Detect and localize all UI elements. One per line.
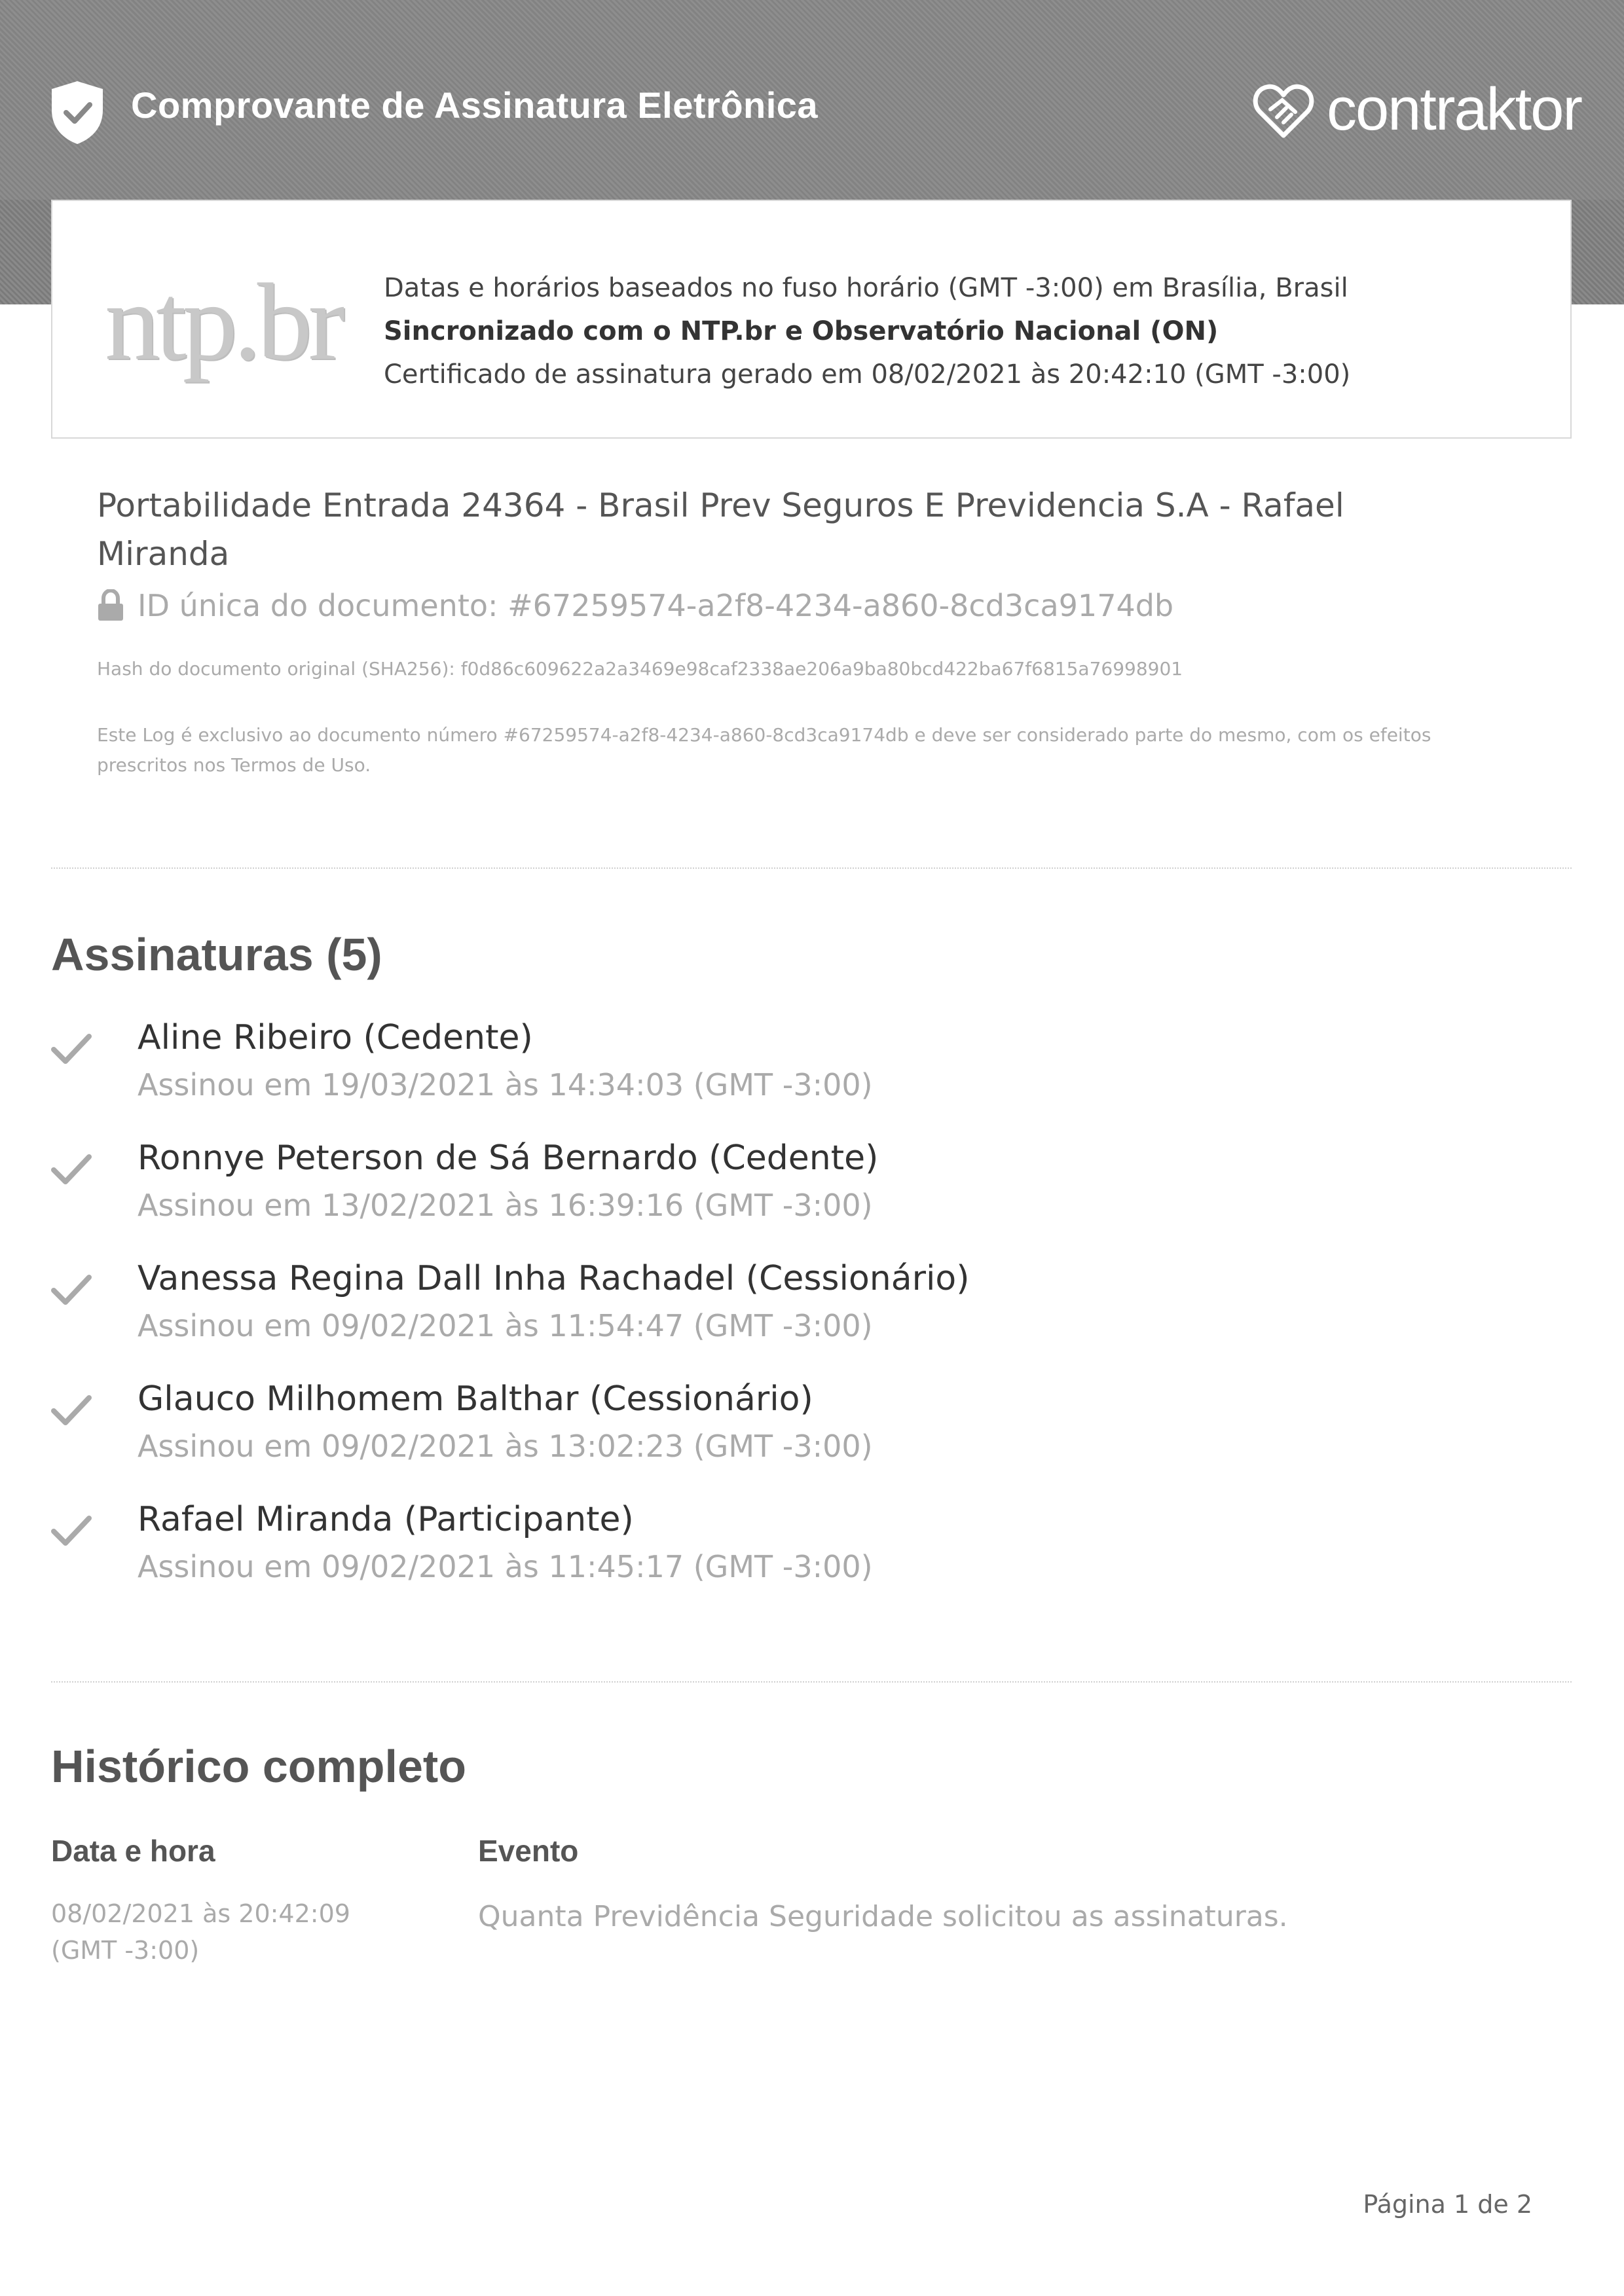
signer-name: Glauco Milhomem Balthar (Cessionário) (138, 1379, 813, 1419)
signature-list: Aline Ribeiro (Cedente) Assinou em 19/03… (51, 1018, 1572, 1620)
signer-name: Rafael Miranda (Participante) (138, 1500, 634, 1539)
sync-line: Sincronizado com o NTP.br e Observatório… (384, 316, 1219, 346)
checkmark-icon (51, 1395, 92, 1425)
handshake-heart-icon (1253, 84, 1314, 137)
document-title: Portabilidade Entrada 24364 - Brasil Pre… (97, 486, 1344, 573)
timezone-line: Datas e horários baseados no fuso horári… (384, 273, 1348, 303)
page-number: Página 1 de 2 (1363, 2190, 1532, 2219)
signature-item: Rafael Miranda (Participante) Assinou em… (51, 1500, 1572, 1620)
history-title: Histórico completo (51, 1741, 466, 1792)
brand-name: contraktor (1326, 76, 1583, 143)
signed-at: Assinou em 13/02/2021 às 16:39:16 (GMT -… (138, 1188, 873, 1223)
brand-logo: contraktor (1252, 75, 1583, 144)
history-col-event: Evento (478, 1834, 579, 1868)
signed-at: Assinou em 19/03/2021 às 14:34:03 (GMT -… (138, 1067, 873, 1102)
lock-icon (98, 589, 123, 621)
shield-check-icon (52, 81, 103, 144)
page-title: Comprovante de Assinatura Eletrônica (131, 84, 819, 126)
checkmark-icon (51, 1516, 92, 1546)
signer-name: Ronnye Peterson de Sá Bernardo (Cedente) (138, 1139, 879, 1178)
document-id: ID única do documento: #67259574-a2f8-42… (97, 588, 1173, 623)
checkmark-icon (51, 1034, 92, 1064)
signed-at: Assinou em 09/02/2021 às 11:54:47 (GMT -… (138, 1308, 873, 1343)
signer-name: Vanessa Regina Dall Inha Rachadel (Cessi… (138, 1259, 970, 1298)
signer-name: Aline Ribeiro (Cedente) (138, 1018, 533, 1057)
signed-at: Assinou em 09/02/2021 às 11:45:17 (GMT -… (138, 1549, 873, 1584)
document-id-text: ID única do documento: #67259574-a2f8-42… (138, 588, 1174, 623)
timezone-card: ntp.br Datas e horários baseados no fuso… (51, 200, 1572, 439)
timezone-info: Datas e horários baseados no fuso horári… (384, 266, 1350, 396)
history-col-date: Data e hora (51, 1834, 215, 1868)
checkmark-icon (51, 1275, 92, 1305)
ntp-logo: ntp.br (105, 261, 345, 383)
divider (51, 867, 1572, 869)
history-row-date: 08/02/2021 às 20:42:09 (GMT -3:00) (51, 1899, 350, 1965)
checkmark-icon (51, 1154, 92, 1184)
signature-item: Glauco Milhomem Balthar (Cessionário) As… (51, 1379, 1572, 1500)
signed-at: Assinou em 09/02/2021 às 13:02:23 (GMT -… (138, 1429, 873, 1464)
certificate-line: Certificado de assinatura gerado em 08/0… (384, 359, 1351, 390)
divider (51, 1681, 1572, 1683)
signature-item: Aline Ribeiro (Cedente) Assinou em 19/03… (51, 1018, 1572, 1139)
document-hash: Hash do documento original (SHA256): f0d… (97, 658, 1183, 680)
log-note: Este Log é exclusivo ao documento número… (97, 724, 1431, 776)
signatures-title: Assinaturas (5) (51, 929, 382, 980)
history-row-event: Quanta Previdência Seguridade solicitou … (478, 1900, 1288, 1933)
signature-item: Ronnye Peterson de Sá Bernardo (Cedente)… (51, 1139, 1572, 1259)
signature-item: Vanessa Regina Dall Inha Rachadel (Cessi… (51, 1259, 1572, 1379)
